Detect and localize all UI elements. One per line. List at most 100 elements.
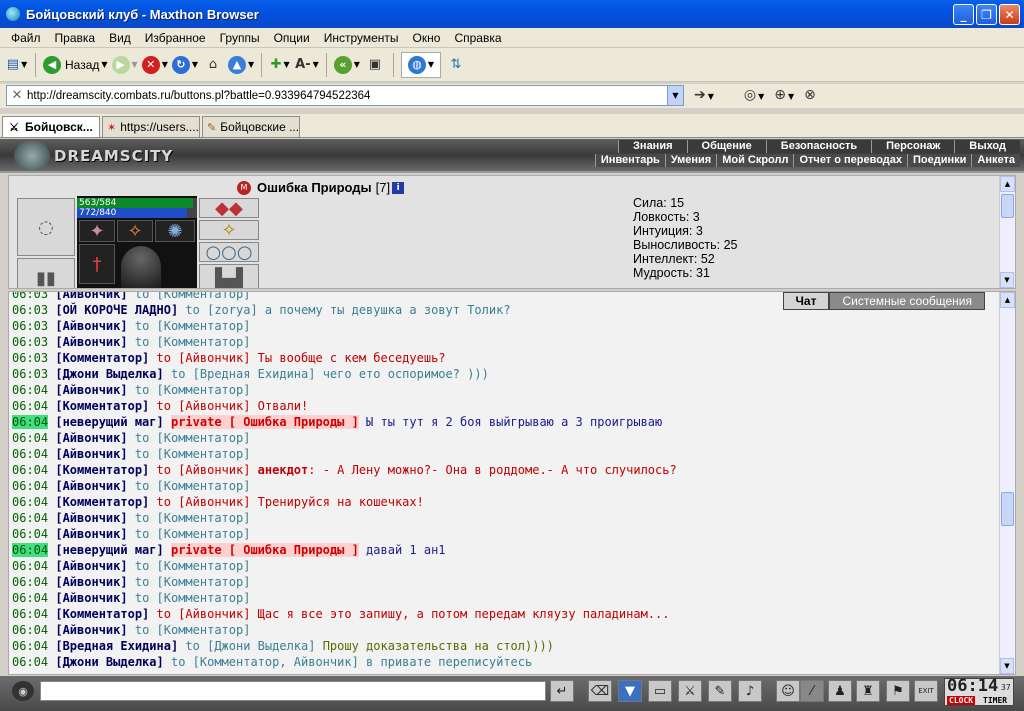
chat-input[interactable]: [40, 681, 546, 701]
chat-sender[interactable]: [Айвончик]: [55, 623, 127, 637]
nav-knowledge[interactable]: Знания: [618, 140, 687, 153]
send-button[interactable]: ↵: [550, 680, 574, 702]
forward-button[interactable]: ▶ ▼: [111, 52, 138, 78]
chat-sender[interactable]: [Комментатор]: [55, 351, 149, 365]
chat-time[interactable]: 06:04: [12, 575, 48, 589]
chat-time[interactable]: 06:04: [12, 623, 48, 637]
chat-time[interactable]: 06:03: [12, 292, 48, 301]
chat-sender[interactable]: [Вредная Ехидина]: [55, 639, 178, 653]
chat-recipient[interactable]: to [Айвончик]: [157, 607, 251, 621]
chat-recipient[interactable]: to [Айвончик]: [157, 463, 251, 477]
chat-recipient[interactable]: to [zorya]: [185, 303, 257, 317]
chat-time[interactable]: 06:04: [12, 639, 48, 653]
nav-skills[interactable]: Умения: [664, 154, 717, 167]
chat-sender[interactable]: [Айвончик]: [55, 383, 127, 397]
home-button[interactable]: ⌂: [202, 52, 224, 78]
slot-amulet[interactable]: ✧: [199, 220, 259, 241]
figure-button[interactable]: ♟: [828, 680, 852, 702]
refresh-button[interactable]: ↻ ▼: [171, 52, 198, 78]
chat-sender[interactable]: [Джони Выделка]: [55, 655, 163, 669]
sidebar-toggle-button[interactable]: ⇅: [445, 52, 467, 78]
scroll-down-icon[interactable]: ▼: [1000, 658, 1014, 674]
chat-time[interactable]: 06:04: [12, 447, 48, 461]
nav-communication[interactable]: Общение: [686, 140, 766, 153]
scroll-down-icon[interactable]: ▼: [1000, 272, 1014, 288]
chat-sender[interactable]: [Айвончик]: [55, 447, 127, 461]
chat-sender[interactable]: [Айвончик]: [55, 511, 127, 525]
scroll-up-icon[interactable]: ▲: [1000, 176, 1015, 192]
url-dropdown-button[interactable]: ▼: [667, 86, 683, 105]
slot-gloves[interactable]: ▮▮: [17, 258, 75, 288]
up-button[interactable]: ▲ ▼: [228, 52, 254, 78]
zoom-icon[interactable]: ⊕ ▼: [774, 87, 794, 103]
chat-sender[interactable]: [Джони Выделка]: [55, 367, 163, 381]
browser-mode-button[interactable]: ◍ ▼: [400, 51, 441, 78]
scroll-up-icon[interactable]: ▲: [1000, 292, 1015, 308]
chat-time[interactable]: 06:03: [12, 351, 48, 365]
chat-recipient[interactable]: to [Комментатор]: [135, 527, 251, 541]
chat-sender[interactable]: [Комментатор]: [55, 399, 149, 413]
chat-time[interactable]: 06:04: [12, 607, 48, 621]
chat-time[interactable]: 06:04: [12, 591, 48, 605]
chat-time[interactable]: 06:04: [12, 495, 48, 509]
eraser-button[interactable]: ⌫: [588, 680, 612, 702]
chat-recipient[interactable]: to [Вредная Ехидина]: [171, 367, 316, 381]
chat-recipient[interactable]: to [Джони Выделка]: [185, 639, 315, 653]
chat-sender[interactable]: [Айвончик]: [55, 527, 127, 541]
menu-edit[interactable]: Правка: [48, 31, 103, 45]
chat-time[interactable]: 06:04: [12, 463, 48, 477]
nav-security[interactable]: Безопасность: [765, 140, 872, 153]
slot-earrings[interactable]: ◆◆: [199, 198, 259, 219]
plugins-button[interactable]: ✚ ▼: [269, 52, 291, 78]
group-button[interactable]: ♜: [856, 680, 880, 702]
tab-chat[interactable]: Чат: [782, 292, 830, 310]
nav-inventory[interactable]: Инвентарь: [594, 154, 665, 167]
chat-time[interactable]: 06:04: [12, 399, 48, 413]
menu-view[interactable]: Вид: [102, 31, 138, 45]
slot-spell-2[interactable]: ✧: [117, 220, 153, 242]
speaker-icon[interactable]: ◉: [12, 681, 34, 701]
go-button[interactable]: ➔ ▼: [694, 87, 714, 103]
chat-recipient[interactable]: to [Айвончик]: [157, 495, 251, 509]
chat-recipient[interactable]: to [Комментатор]: [135, 559, 251, 573]
chat-time[interactable]: 06:04: [12, 479, 48, 493]
chat-recipient[interactable]: to [Комментатор, Айвончик]: [171, 655, 359, 669]
url-input[interactable]: [27, 89, 667, 102]
chat-sender[interactable]: [неверущий маг]: [55, 543, 163, 557]
chat-sender[interactable]: [Комментатор]: [55, 463, 149, 477]
menu-tools[interactable]: Инструменты: [317, 31, 406, 45]
smiley-button[interactable]: ☺: [776, 680, 800, 702]
chat-recipient[interactable]: to [Комментатор]: [135, 479, 251, 493]
chat-recipient[interactable]: to [Комментатор]: [135, 335, 251, 349]
tab-combats[interactable]: ⚔ Бойцовск...: [2, 116, 100, 137]
chat-time[interactable]: 06:04: [12, 543, 49, 557]
chat-time[interactable]: 06:03: [12, 303, 48, 317]
menu-groups[interactable]: Группы: [213, 31, 267, 45]
nav-exit[interactable]: Выход: [954, 140, 1020, 153]
menu-help[interactable]: Справка: [447, 31, 508, 45]
chat-recipient[interactable]: to [Комментатор]: [135, 319, 251, 333]
menu-file[interactable]: Файл: [4, 31, 48, 45]
nav-battles[interactable]: Поединки: [907, 154, 972, 167]
chat-time[interactable]: 06:03: [12, 335, 48, 349]
chat-sender[interactable]: [Айвончик]: [55, 431, 127, 445]
tab-fight-club[interactable]: ✎ Бойцовские ...: [202, 116, 300, 137]
chat-private-target[interactable]: private [ Ошибка Природы ]: [170, 543, 359, 557]
chat-time[interactable]: 06:04: [12, 655, 48, 669]
monitor-button[interactable]: ▭: [648, 680, 672, 702]
new-page-button[interactable]: ▤ ▼: [6, 52, 28, 78]
wand-button[interactable]: ⁄: [800, 680, 824, 702]
chat-sender[interactable]: [Комментатор]: [55, 607, 149, 621]
voice-button[interactable]: ♪: [738, 680, 762, 702]
fight-button[interactable]: ⚔: [678, 680, 702, 702]
tab-system-messages[interactable]: Системные сообщения: [829, 292, 985, 310]
chat-sender[interactable]: [Айвончик]: [55, 575, 127, 589]
back-button[interactable]: ◀ Назад ▼: [43, 52, 108, 78]
scroll-thumb[interactable]: [1001, 194, 1014, 218]
nav-my-scroll[interactable]: Мой Скролл: [716, 154, 794, 167]
slot-spell-1[interactable]: ✦: [79, 220, 115, 242]
chat-recipient[interactable]: to [Комментатор]: [135, 383, 251, 397]
chat-time[interactable]: 06:03: [12, 319, 48, 333]
menu-window[interactable]: Окно: [406, 31, 448, 45]
menu-favorites[interactable]: Избранное: [138, 31, 213, 45]
